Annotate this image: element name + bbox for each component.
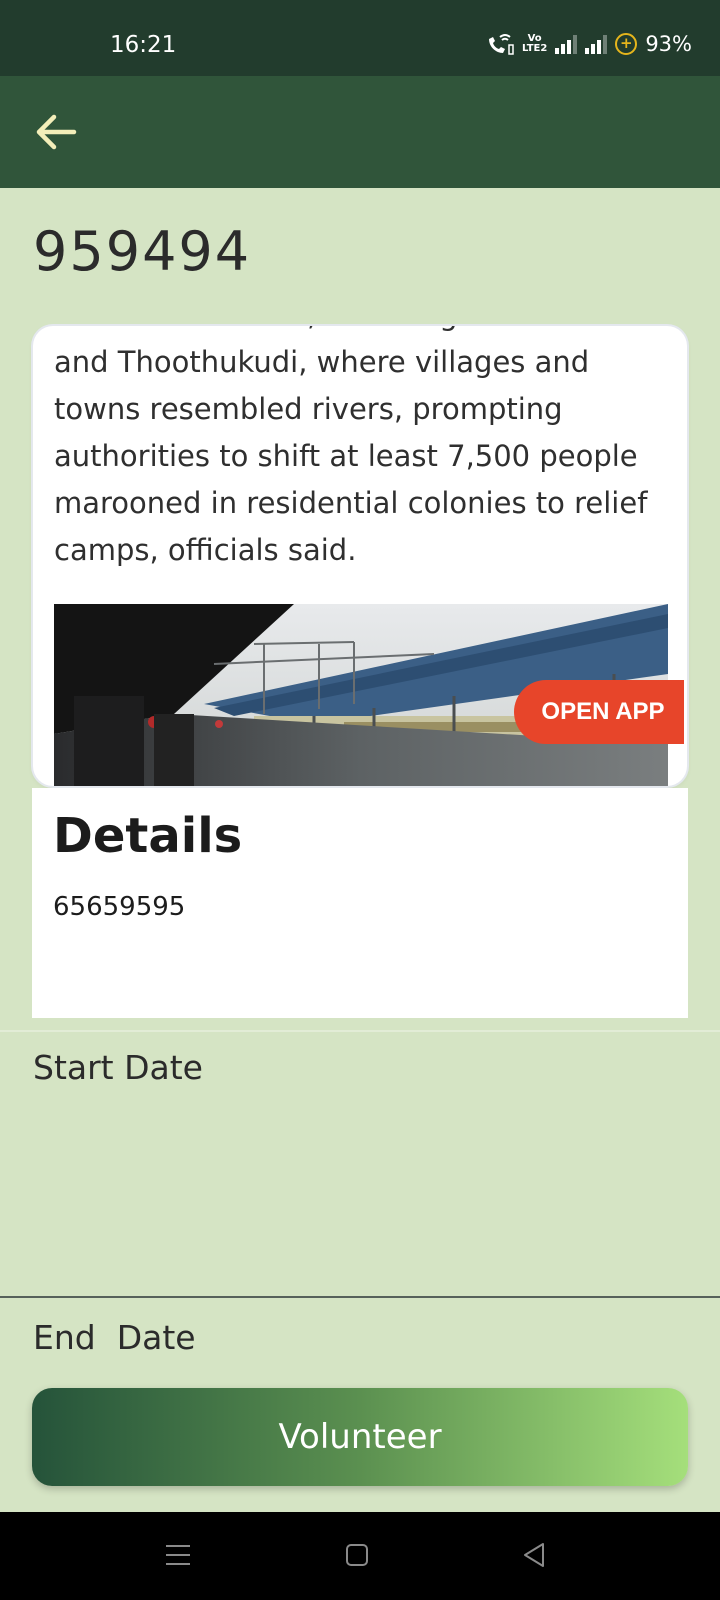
divider (0, 1030, 720, 1032)
volte-icon: Vo LTE2 (521, 33, 548, 54)
status-time: 16:21 (110, 32, 177, 58)
battery-percentage: 93% (645, 32, 692, 56)
menu-icon[interactable] (165, 1543, 191, 1567)
back-triangle-icon[interactable] (522, 1542, 546, 1568)
details-value: 65659595 (53, 892, 186, 922)
details-title: Details (53, 808, 243, 864)
start-date-label: Start Date (33, 1048, 203, 1087)
home-icon[interactable] (345, 1543, 369, 1567)
end-date-label: End Date (33, 1318, 196, 1357)
signal-icon (555, 34, 578, 54)
volunteer-button[interactable]: Volunteer (32, 1388, 688, 1486)
status-bar: 16:21 Vo LTE2 + 93% (0, 0, 720, 76)
divider (0, 1296, 720, 1298)
app-bar (0, 76, 720, 188)
page-title: 959494 (33, 220, 252, 283)
status-icons: Vo LTE2 + 93% (486, 32, 692, 56)
news-text: southern districts, including Tirunelvel… (54, 326, 648, 567)
open-app-button[interactable]: OPEN APP (514, 680, 684, 744)
details-card: Details 65659595 (32, 788, 688, 1018)
signal-icon (585, 34, 608, 54)
wifi-calling-icon (488, 34, 514, 55)
arrow-left-icon[interactable] (30, 106, 82, 158)
battery-saver-icon: + (615, 33, 638, 55)
